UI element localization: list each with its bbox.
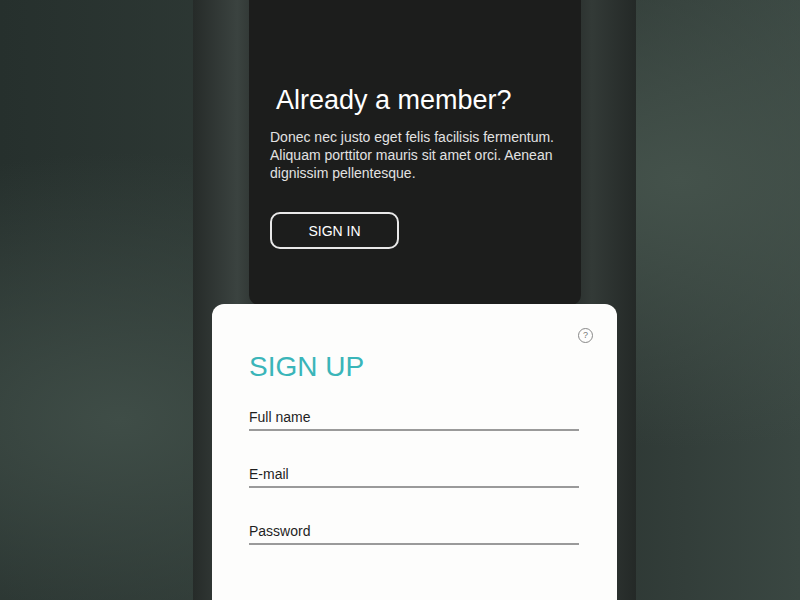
form-field[interactable]: Full name xyxy=(249,408,579,431)
forest-panel: Already a member? Donec nec justo eget fe… xyxy=(193,0,636,600)
sign-up-title: SIGN UP xyxy=(249,350,579,384)
field-label: E-mail xyxy=(249,466,289,482)
sign-in-title: Already a member? xyxy=(270,84,556,116)
sign-in-description: Donec nec justo eget felis facilisis fer… xyxy=(270,128,556,182)
sign-in-button[interactable]: SIGN IN xyxy=(270,212,399,249)
field-label: Password xyxy=(249,523,310,539)
form-field[interactable]: Password xyxy=(249,522,579,545)
background-photo: Already a member? Donec nec justo eget fe… xyxy=(0,0,800,600)
sign-up-form: ? SIGN UP Full name E-mail Password xyxy=(212,304,617,600)
field-label: Full name xyxy=(249,409,310,425)
help-icon[interactable]: ? xyxy=(578,328,593,343)
form-field[interactable]: E-mail xyxy=(249,465,579,488)
sign-in-panel: Already a member? Donec nec justo eget fe… xyxy=(249,0,581,305)
